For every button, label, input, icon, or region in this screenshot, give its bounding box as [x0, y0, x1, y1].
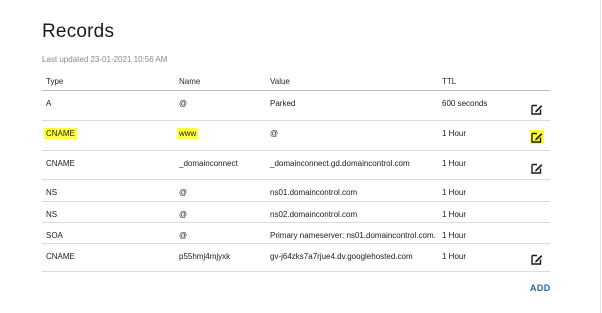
add-record-button[interactable]: ADD	[530, 283, 551, 293]
table-row: SOA @ Primary nameserver: ns01.domaincontr…	[42, 223, 550, 244]
record-value-cell: gv-j64zks7a7rjue4.dv.googlehosted.com	[270, 252, 413, 261]
record-name-cell: www	[177, 128, 199, 139]
record-type-cell: CNAME	[46, 252, 75, 261]
record-name-cell: _domainconnect	[179, 159, 238, 168]
record-ttl-cell: 1 Hour	[442, 159, 467, 168]
table-row: CNAME p55hmj4mjyxk gv-j64zks7a7rjue4.dv.go…	[42, 244, 550, 272]
table-body: A @ Parked 600 seconds CNAME www @1 Hour CNAME _…	[42, 91, 550, 272]
records-table: Type Name Value TTL A @ Parked 600 seconds C…	[42, 68, 550, 272]
highlight-mark: CNAME	[44, 128, 77, 139]
record-type-cell: SOA	[46, 231, 63, 240]
record-name-cell: @	[179, 99, 188, 108]
record-ttl-cell: 1 Hour	[442, 188, 467, 197]
record-value-cell: Parked	[270, 99, 296, 108]
header-type: Type	[46, 77, 64, 86]
edit-pencil-icon[interactable]	[530, 252, 544, 266]
table-row: CNAME www @1 Hour	[42, 121, 550, 151]
record-type-cell: A	[46, 99, 52, 108]
record-name-cell: p55hmj4mjyxk	[179, 252, 231, 261]
record-value-cell: ns02.domaincontrol.com	[270, 210, 358, 219]
header-value: Value	[270, 77, 290, 86]
record-type-cell: CNAME	[46, 159, 75, 168]
record-ttl-cell: 1 Hour	[442, 252, 467, 261]
table-header: Type Name Value TTL	[42, 68, 550, 91]
header-ttl: TTL	[442, 77, 457, 86]
record-name-cell: @	[179, 188, 188, 197]
last-updated-text: Last updated 23-01-2021 10:56 AM	[42, 55, 168, 64]
record-type-cell: NS	[46, 210, 58, 219]
header-name: Name	[179, 77, 201, 86]
record-value-cell: Primary nameserver: ns01.domaincontrol.c…	[270, 231, 436, 240]
page-title: Records	[42, 21, 115, 42]
record-value-cell: _domainconnect.gd.domaincontrol.com	[270, 159, 410, 168]
table-row: NS @ ns02.domaincontrol.com 1 Hour	[42, 202, 550, 223]
record-ttl-cell: 600 seconds	[442, 99, 488, 108]
record-name-cell: @	[179, 231, 188, 240]
record-value-cell: @	[270, 129, 279, 138]
records-panel: Records Last updated 23-01-2021 10:56 AM…	[0, 0, 601, 313]
table-row: NS @ ns01.domaincontrol.com 1 Hour	[42, 180, 550, 202]
record-type-cell: CNAME	[44, 128, 77, 139]
record-value-cell: ns01.domaincontrol.com	[270, 188, 358, 197]
record-ttl-cell: 1 Hour	[442, 231, 467, 240]
edit-pencil-icon[interactable]	[530, 130, 544, 144]
record-ttl-cell: 1 Hour	[442, 129, 467, 138]
edit-pencil-icon[interactable]	[530, 102, 544, 116]
highlight-mark: www	[177, 128, 199, 139]
record-type-cell: NS	[46, 188, 58, 197]
record-name-cell: @	[179, 210, 188, 219]
table-row: CNAME _domainconnect _domainconnect.gd.dom…	[42, 151, 550, 180]
edit-pencil-icon[interactable]	[530, 161, 544, 175]
table-row: A @ Parked 600 seconds	[42, 91, 550, 121]
record-ttl-cell: 1 Hour	[442, 210, 467, 219]
